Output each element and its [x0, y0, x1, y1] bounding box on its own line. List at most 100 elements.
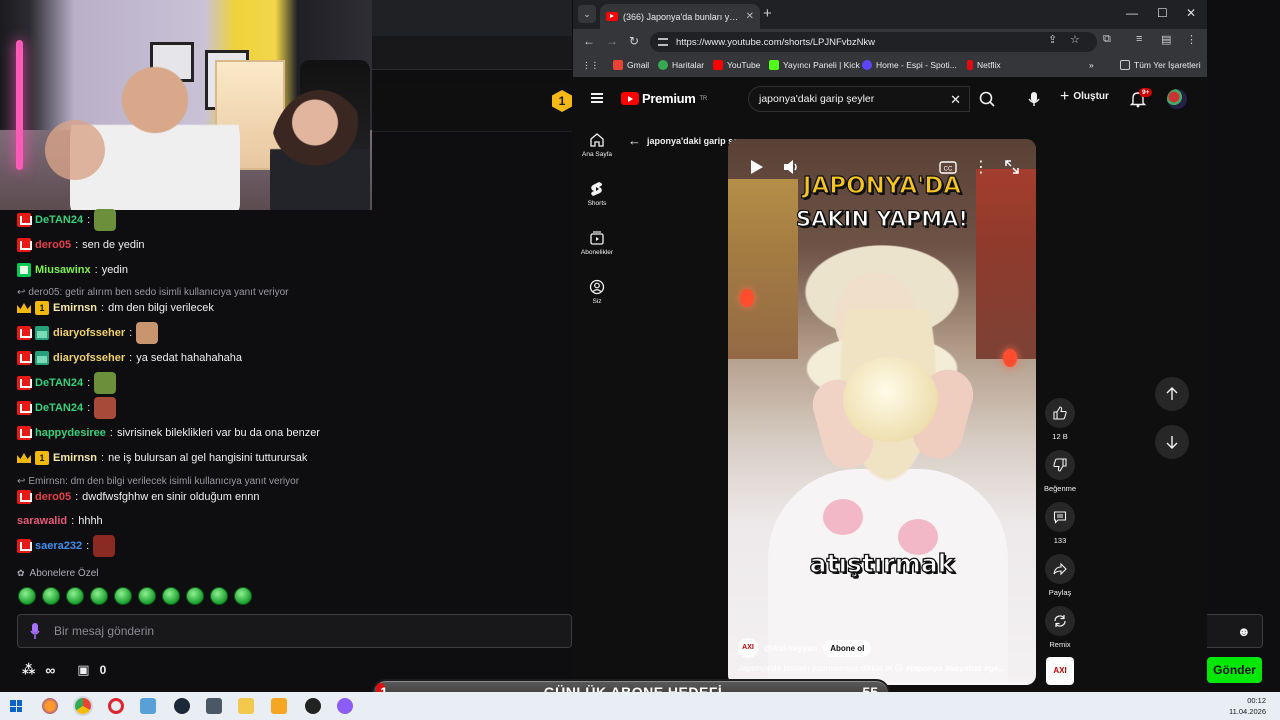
- all-bookmarks-folder[interactable]: Tüm Yer İşaretleri: [1120, 60, 1201, 70]
- sound-source-avatar[interactable]: AXI: [1046, 657, 1074, 685]
- chat-username[interactable]: Emirnsn: [53, 448, 97, 468]
- bookmark-spotify[interactable]: Home - Espi - Spoti...: [862, 60, 957, 70]
- channel-name[interactable]: @Axi-seyyah: [764, 643, 817, 653]
- site-info-icon[interactable]: [658, 38, 668, 46]
- bookmark-star-icon[interactable]: ☆: [1070, 33, 1080, 46]
- chat-username[interactable]: DeTAN24: [35, 210, 83, 230]
- emote-9[interactable]: [210, 587, 228, 605]
- sidebar-item-shorts[interactable]: Shorts: [575, 181, 619, 207]
- create-button[interactable]: + Oluştur: [1060, 88, 1109, 104]
- install-app-icon[interactable]: ⇪: [1048, 33, 1057, 46]
- next-short-button[interactable]: [1155, 425, 1189, 459]
- mic-icon[interactable]: [30, 623, 40, 639]
- chat-username[interactable]: Miusawinx: [35, 260, 91, 280]
- bookmark-youtube[interactable]: YouTube: [713, 60, 760, 70]
- chat-username[interactable]: saera232: [35, 536, 82, 556]
- chat-username[interactable]: DeTAN24: [35, 373, 83, 393]
- chat-input-end[interactable]: [1207, 614, 1263, 648]
- media-controls-icon[interactable]: ≡: [1136, 33, 1142, 45]
- opera-icon[interactable]: [108, 698, 124, 714]
- voice-search-button[interactable]: [1023, 88, 1045, 110]
- system-clock[interactable]: 00:12 11.04.2026: [1229, 695, 1266, 717]
- steam-icon[interactable]: [174, 698, 190, 714]
- tab-youtube[interactable]: (366) Japonya'da bunları yapma ✕: [600, 4, 760, 29]
- reload-icon[interactable]: ↻: [629, 34, 639, 48]
- sidebar-item-you[interactable]: Siz: [575, 279, 619, 305]
- short-video-player[interactable]: JAPONYA'DA SAKIN YAPMA! atıştırmak CC ⋮ …: [728, 139, 1036, 685]
- subscribe-button[interactable]: Abone ol: [823, 639, 872, 657]
- clear-search-icon[interactable]: ✕: [950, 92, 961, 108]
- captions-icon[interactable]: CC: [938, 157, 958, 177]
- chat-username[interactable]: DeTAN24: [35, 398, 83, 418]
- emote-6[interactable]: [138, 587, 156, 605]
- calculator-icon[interactable]: [206, 698, 222, 714]
- back-arrow-icon[interactable]: ←: [583, 34, 595, 48]
- short-description[interactable]: Japonya'da bunları yapmamaya dikkat et 😄…: [738, 663, 1028, 674]
- emote-5[interactable]: [114, 587, 132, 605]
- emote-4[interactable]: [90, 587, 108, 605]
- emote-10[interactable]: [234, 587, 252, 605]
- chat-username[interactable]: sarawalid: [17, 511, 67, 531]
- files-icon[interactable]: [140, 698, 156, 714]
- comments-button[interactable]: 133: [1043, 502, 1077, 545]
- chat-username[interactable]: diaryofsseher: [53, 348, 125, 368]
- sidebar-item-subscriptions[interactable]: Abonelikler: [575, 230, 619, 256]
- media-player-icon[interactable]: [271, 698, 287, 714]
- bookmark-netflix[interactable]: Netflix: [967, 60, 1001, 70]
- sidebar-item-home[interactable]: Ana Sayfa: [575, 132, 619, 158]
- like-button[interactable]: 12 B: [1043, 398, 1077, 441]
- menu-icon[interactable]: [591, 93, 603, 103]
- chat-username[interactable]: diaryofsseher: [53, 323, 125, 343]
- emote-1[interactable]: [18, 587, 36, 605]
- close-tab-icon[interactable]: ✕: [746, 11, 754, 22]
- maximize-button[interactable]: ☐: [1157, 6, 1168, 20]
- previous-short-button[interactable]: [1155, 377, 1189, 411]
- emote-3[interactable]: [66, 587, 84, 605]
- chrome-menu-icon[interactable]: ⋮: [1186, 33, 1197, 46]
- infinity-icon[interactable]: ∞: [45, 662, 55, 678]
- send-button[interactable]: Gönder: [1207, 657, 1262, 683]
- more-bookmarks-icon[interactable]: »: [1089, 60, 1094, 70]
- youtube-logo[interactable]: Premium TR: [621, 91, 707, 106]
- chat-message-input[interactable]: Bir mesaj gönderin: [17, 614, 572, 648]
- account-avatar[interactable]: [1167, 89, 1187, 109]
- play-icon[interactable]: [746, 157, 766, 177]
- users-icon[interactable]: ⁂: [22, 662, 35, 678]
- bookmark-gmail[interactable]: Gmail: [613, 60, 649, 70]
- firefox-icon[interactable]: [42, 698, 58, 714]
- remix-button[interactable]: Remix: [1043, 606, 1077, 649]
- emote-7[interactable]: [162, 587, 180, 605]
- bookmark-maps[interactable]: Haritalar: [658, 60, 704, 70]
- emote-2[interactable]: [42, 587, 60, 605]
- windows-start-icon[interactable]: [10, 700, 22, 712]
- forward-arrow-icon[interactable]: →: [606, 34, 618, 48]
- extensions-icon[interactable]: ⧉: [1103, 33, 1111, 46]
- channel-avatar[interactable]: AXI: [738, 638, 758, 658]
- chat-username[interactable]: happydesiree: [35, 423, 106, 443]
- emoji-picker-icon[interactable]: ☻: [1237, 624, 1251, 639]
- folder-icon[interactable]: [238, 698, 254, 714]
- chrome-icon[interactable]: [75, 698, 91, 714]
- emote-8[interactable]: [186, 587, 204, 605]
- apps-grid-icon[interactable]: ⋮⋮: [582, 60, 599, 71]
- tab-search-button[interactable]: ⌄: [578, 5, 596, 23]
- profile-extension-icon[interactable]: ▤: [1161, 33, 1171, 46]
- more-options-icon[interactable]: ⋮: [971, 157, 991, 177]
- app-icon[interactable]: [337, 698, 353, 714]
- dislike-button[interactable]: Beğenme: [1043, 450, 1077, 493]
- gift-icon[interactable]: ▣: [77, 662, 89, 678]
- bookmark-kick[interactable]: Yayıncı Paneli | Kick: [769, 60, 860, 70]
- search-input[interactable]: japonya'daki garip şeyler ✕: [748, 86, 970, 112]
- volume-icon[interactable]: [781, 157, 801, 177]
- chat-username[interactable]: dero05: [35, 235, 71, 255]
- close-window-button[interactable]: ✕: [1186, 6, 1196, 20]
- minimize-button[interactable]: —: [1126, 6, 1138, 20]
- share-button[interactable]: Paylaş: [1043, 554, 1077, 597]
- search-button[interactable]: [971, 86, 1003, 112]
- fullscreen-icon[interactable]: [1002, 157, 1022, 177]
- obs-icon[interactable]: [305, 698, 321, 714]
- address-bar[interactable]: https://www.youtube.com/shorts/LPJNFvbzN…: [650, 32, 1097, 52]
- chat-username[interactable]: dero05: [35, 487, 71, 507]
- new-tab-button[interactable]: +: [763, 5, 772, 22]
- chat-username[interactable]: Emirnsn: [53, 298, 97, 318]
